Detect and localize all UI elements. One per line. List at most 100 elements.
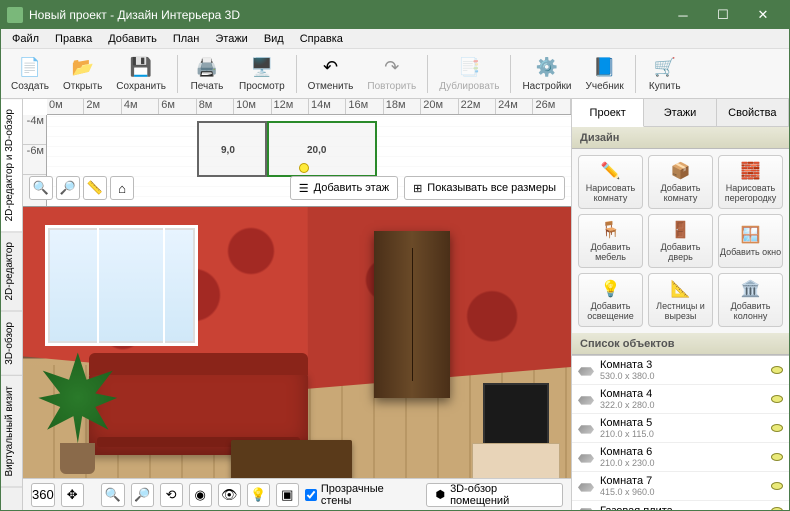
sidetab-2d[interactable]: 2D-редактор [1,232,22,312]
orbit-button[interactable]: ◉ [189,483,212,507]
print-button[interactable]: 🖨️Печать [183,51,231,97]
plan-right-tools: ☰Добавить этаж ⊞Показывать все размеры [290,176,565,200]
table-3d [231,440,352,479]
menu-План[interactable]: План [166,31,207,47]
menu-Этажи[interactable]: Этажи [208,31,254,47]
zoom-in-3d-button[interactable]: 🔍 [101,483,124,507]
object-icon [578,479,594,493]
marker-icon [299,163,309,173]
room-2[interactable]: 20,0 [267,121,377,177]
titlebar: Новый проект - Дизайн Интерьера 3D ─ ☐ ✕ [1,1,789,29]
stairs-button[interactable]: 📐Лестницы и вырезы [648,273,713,327]
visibility-icon[interactable] [771,507,783,510]
visibility-icon[interactable] [771,482,783,490]
menu-Файл[interactable]: Файл [5,31,46,47]
menu-Добавить[interactable]: Добавить [101,31,164,47]
create-button[interactable]: 📄Создать [5,51,55,97]
objects-list[interactable]: Комната 3530.0 x 380.0Комната 4322.0 x 2… [572,355,789,510]
visibility-icon[interactable] [771,395,783,403]
object-icon [578,363,594,377]
zoom-out-3d-button[interactable]: 🔎 [131,483,154,507]
panel-tab-2[interactable]: Свойства [717,99,789,126]
panel-tab-1[interactable]: Этажи [644,99,716,126]
add-furn-icon: 🪑 [600,219,622,241]
transparent-walls-checkbox[interactable]: Прозрачные стены [305,483,413,507]
add-floor-button[interactable]: ☰Добавить этаж [290,176,398,200]
stairs-icon: 📐 [670,278,692,300]
buy-button[interactable]: 🛒Купить [641,51,689,97]
zoom-out-button[interactable]: 🔎 [56,176,80,200]
object-item[interactable]: Комната 6210.0 x 230.0 [572,443,789,472]
sidetab-virt[interactable]: Виртуальный визит [1,376,22,488]
settings-button[interactable]: ⚙️Настройки [516,51,577,97]
save-button[interactable]: 💾Сохранить [110,51,172,97]
draw-wall-button[interactable]: 🧱Нарисовать перегородку [718,155,783,209]
pan-button[interactable]: ✥ [61,483,84,507]
visibility-icon[interactable] [771,424,783,432]
walk-button[interactable]: 👁 [218,483,241,507]
plan-2d[interactable]: 0м2м4м6м8м10м12м14м16м18м20м22м24м26м -4… [23,99,571,207]
light-button[interactable]: 💡 [247,483,270,507]
side-tabs: 2D-редактор и 3D-обзор2D-редактор3D-обзо… [1,99,23,510]
home-button[interactable]: ⌂ [110,176,134,200]
snapshot-button[interactable]: ▣ [276,483,299,507]
add-room-button[interactable]: 📦Добавить комнату [648,155,713,209]
measure-button[interactable]: 📏 [83,176,107,200]
panel-tabs: ПроектЭтажиСвойства [572,99,789,127]
preview-icon: 🖥️ [250,56,274,80]
maximize-button[interactable]: ☐ [703,1,743,29]
reset-view-button[interactable]: ⟲ [160,483,183,507]
overview-3d-button[interactable]: ⬢3D-обзор помещений [426,483,563,507]
sidetab-3d[interactable]: 3D-обзор [1,312,22,376]
rotate360-button[interactable]: 360 [31,483,55,507]
dup-icon: 📑 [457,56,481,80]
open-button[interactable]: 📂Открыть [57,51,108,97]
panel-tab-0[interactable]: Проект [572,99,644,127]
object-icon [578,421,594,435]
app-icon [7,7,23,23]
objects-header: Список объектов [572,333,789,355]
object-item[interactable]: Комната 4322.0 x 280.0 [572,385,789,414]
preview-button[interactable]: 🖥️Просмотр [233,51,291,97]
close-button[interactable]: ✕ [743,1,783,29]
sidetab-both[interactable]: 2D-редактор и 3D-обзор [1,99,22,232]
create-icon: 📄 [18,56,42,80]
plant-3d [34,352,122,473]
add-furn-button[interactable]: 🪑Добавить мебель [578,214,643,268]
add-window-button[interactable]: 🪟Добавить окно [718,214,783,268]
wardrobe-3d [374,231,451,398]
add-door-button[interactable]: 🚪Добавить дверь [648,214,713,268]
menu-Вид[interactable]: Вид [257,31,291,47]
undo-button[interactable]: ↶Отменить [302,51,360,97]
add-light-button[interactable]: 💡Добавить освещение [578,273,643,327]
draw-wall-icon: 🧱 [740,160,762,182]
view-3d[interactable]: 360 ✥ 🔍 🔎 ⟲ ◉ 👁 💡 ▣ Прозрачные стены ⬢3D… [23,207,571,510]
room-1[interactable]: 9,0 [197,121,267,177]
draw-room-icon: ✏️ [600,160,622,182]
menu-Правка[interactable]: Правка [48,31,99,47]
object-item[interactable]: Газовая плита [572,501,789,510]
buy-icon: 🛒 [653,56,677,80]
visibility-icon[interactable] [771,366,783,374]
object-item[interactable]: Комната 7415.0 x 960.0 [572,472,789,501]
tutorial-button[interactable]: 📘Учебник [580,51,630,97]
minimize-button[interactable]: ─ [663,1,703,29]
object-icon [578,392,594,406]
zoom-in-button[interactable]: 🔍 [29,176,53,200]
object-item[interactable]: Комната 5210.0 x 115.0 [572,414,789,443]
object-item[interactable]: Комната 3530.0 x 380.0 [572,356,789,385]
add-room-icon: 📦 [670,160,692,182]
print-icon: 🖨️ [195,56,219,80]
window-title: Новый проект - Дизайн Интерьера 3D [29,8,663,22]
visibility-icon[interactable] [771,453,783,461]
show-dimensions-button[interactable]: ⊞Показывать все размеры [404,176,565,200]
tv-3d [483,383,549,450]
menu-Справка[interactable]: Справка [293,31,350,47]
add-column-button[interactable]: 🏛️Добавить колонну [718,273,783,327]
menubar: ФайлПравкаДобавитьПланЭтажиВидСправка [1,29,789,49]
view-3d-toolbar: 360 ✥ 🔍 🔎 ⟲ ◉ 👁 💡 ▣ Прозрачные стены ⬢3D… [23,478,571,510]
dims-icon: ⊞ [413,182,422,195]
draw-room-button[interactable]: ✏️Нарисовать комнату [578,155,643,209]
object-icon [578,504,594,510]
design-grid: ✏️Нарисовать комнату📦Добавить комнату🧱На… [572,149,789,333]
